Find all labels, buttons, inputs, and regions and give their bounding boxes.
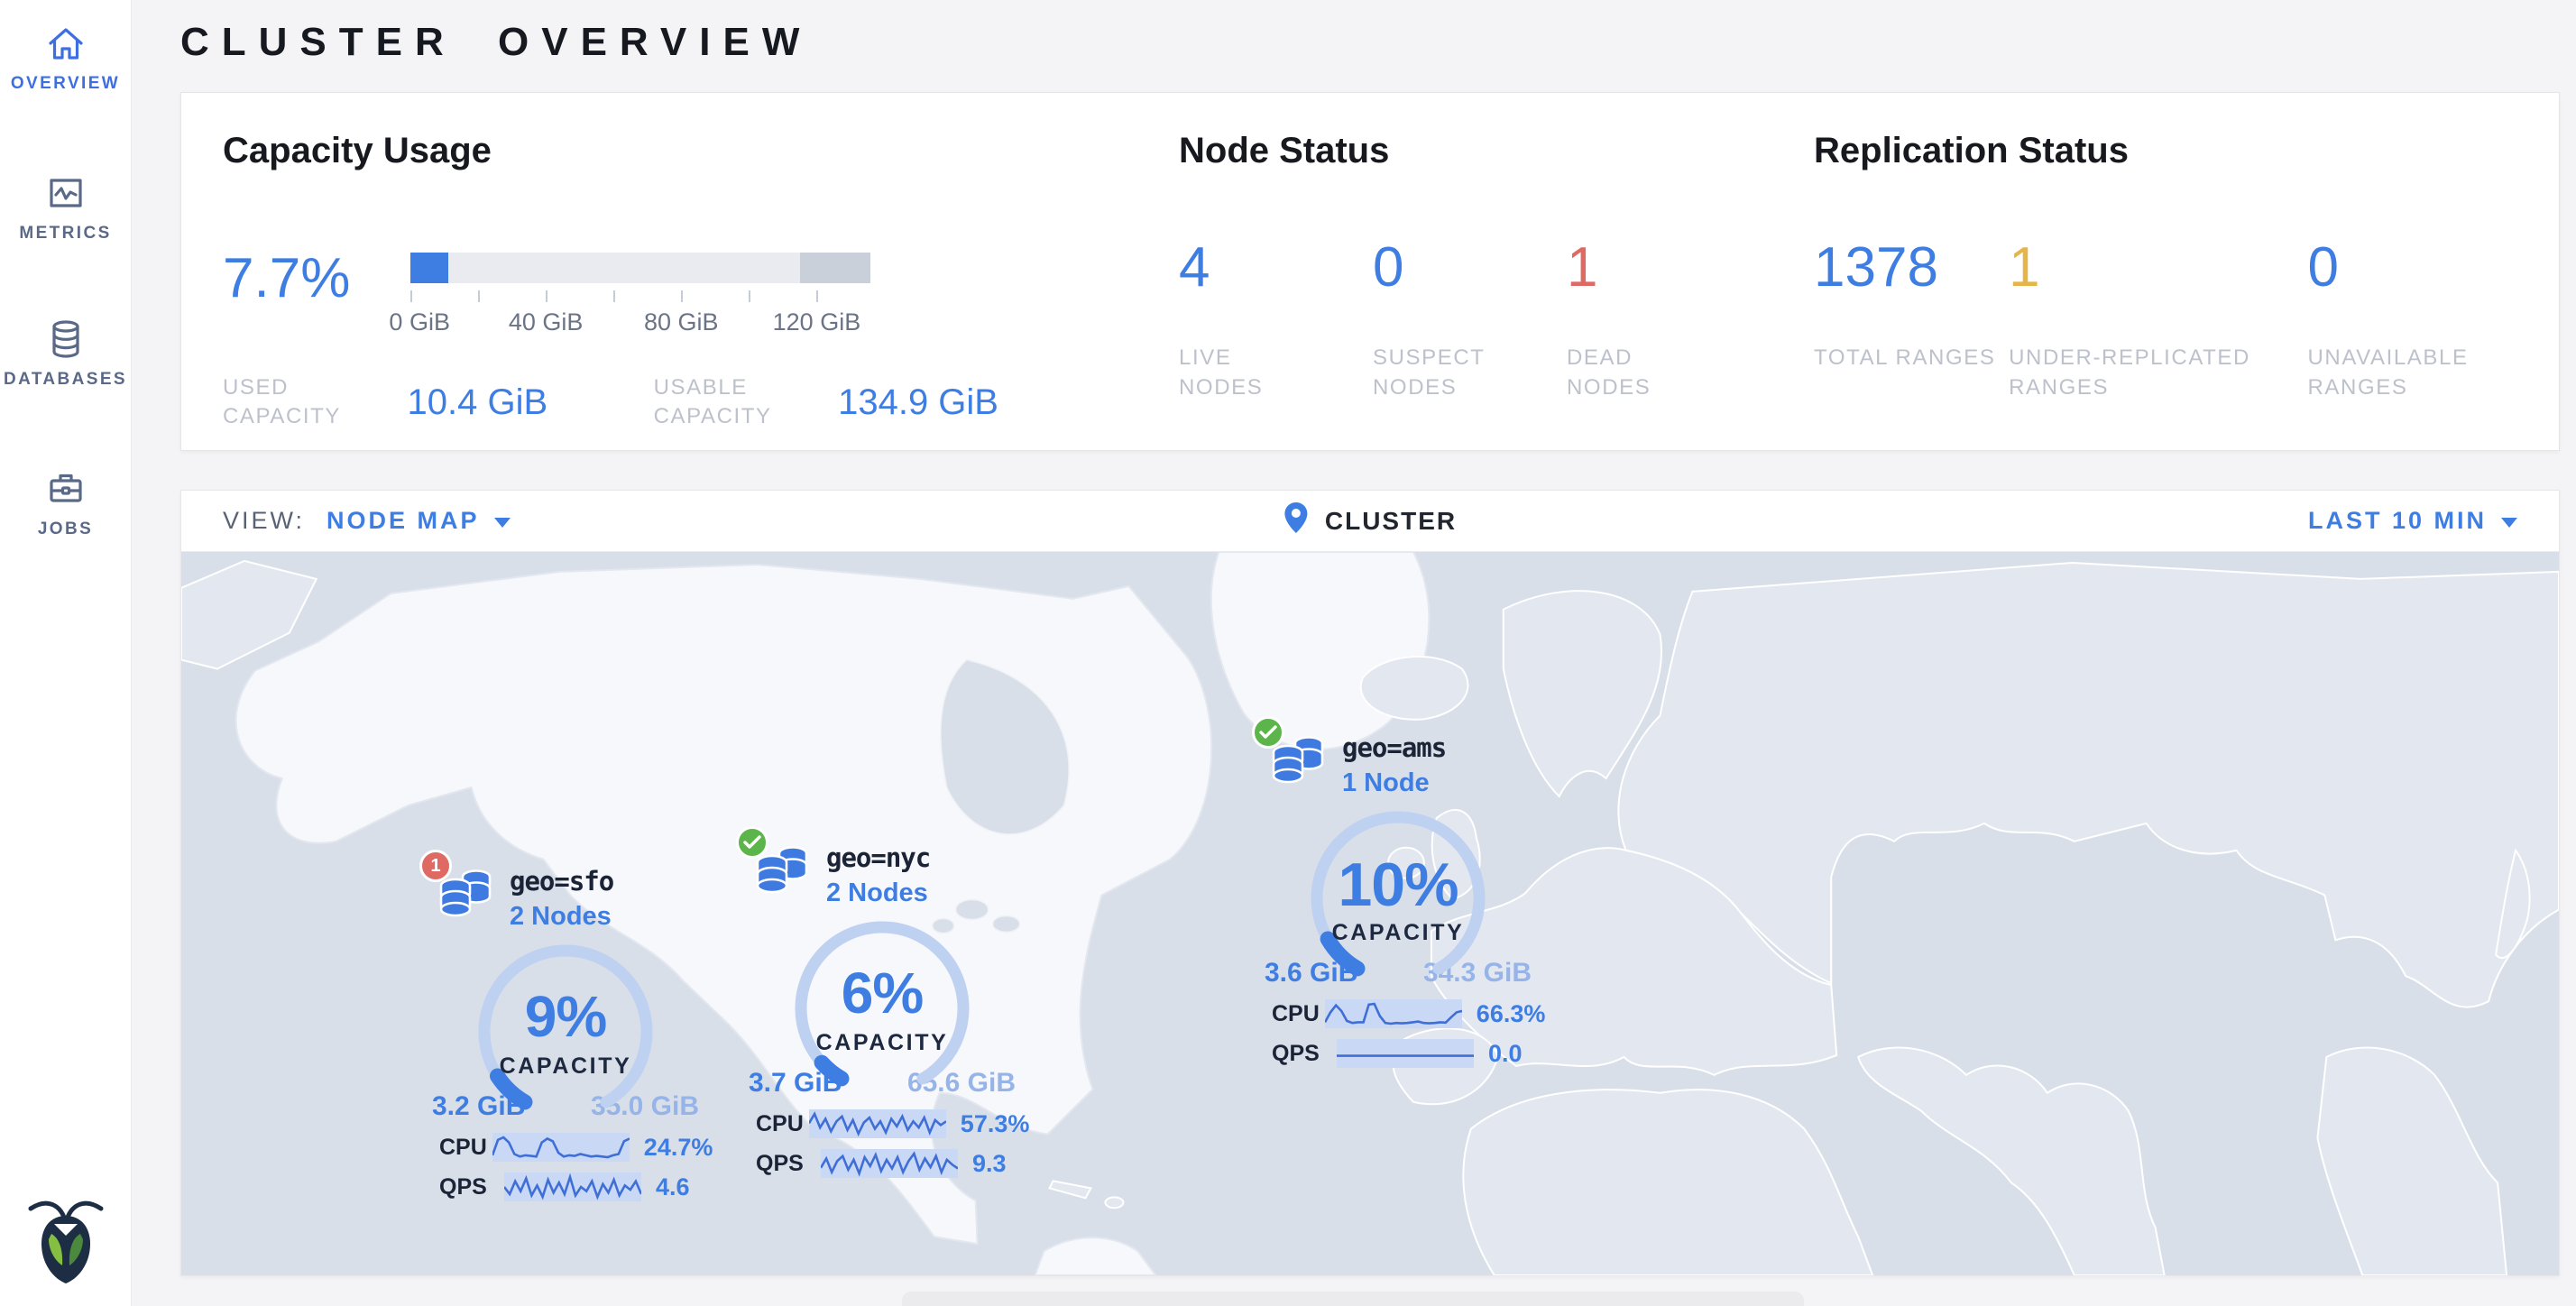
map-pin-icon <box>1283 501 1309 540</box>
capacity-bar-tick-labels: 0 GiB 40 GiB 80 GiB 120 GiB <box>410 308 870 337</box>
dead-node-badge: 1 <box>419 850 452 882</box>
below-fold-panel-edge <box>902 1292 1804 1306</box>
database-stack-icon <box>752 842 812 900</box>
qps-row: QPS 9.3 <box>756 1149 1017 1178</box>
capacity-bar-fill <box>410 253 448 283</box>
replication-status-title: Replication Status <box>1814 131 2559 171</box>
locality-name: geo=sfo <box>510 866 613 897</box>
view-toolbar: VIEW: NODE MAP CLUSTER LAST 10 MIN <box>181 491 2559 552</box>
node-status-title: Node Status <box>1179 131 1761 171</box>
node-status-section: Node Status 4 LIVE NODES 0 SUSPECT NODES… <box>1179 131 1761 402</box>
qps-row: QPS 0.0 <box>1272 1039 1533 1068</box>
locality-name: geo=ams <box>1342 732 1446 763</box>
capacity-bar-reserved <box>800 253 870 283</box>
qps-sparkline <box>1337 1039 1474 1068</box>
locality-marker-sfo[interactable]: 1 geo=sfo 2 Nodes <box>430 866 701 1201</box>
capacity-bar: 0 GiB 40 GiB 80 GiB 120 GiB <box>410 251 870 337</box>
used-capacity-value: 10.4 GiB <box>408 382 548 423</box>
sidebar-item-label: DATABASES <box>0 370 131 390</box>
cpu-row: CPU 24.7% <box>439 1133 701 1162</box>
cpu-row: CPU 57.3% <box>756 1109 1017 1138</box>
sidebar-item-jobs[interactable]: JOBS <box>0 467 131 539</box>
sidebar-item-label: METRICS <box>0 224 131 244</box>
sidebar-item-databases[interactable]: DATABASES <box>0 317 131 390</box>
locality-marker-ams[interactable]: geo=ams 1 Node 10% CAPACITY 3.6 GiB 34.3… <box>1263 732 1533 1068</box>
database-stack-icon <box>1268 732 1328 790</box>
locality-node-count: 2 Nodes <box>826 878 930 908</box>
healthy-badge <box>736 826 768 859</box>
database-icon <box>0 317 131 361</box>
metrics-chart-icon <box>0 173 131 215</box>
gauge-caption: CAPACITY <box>1299 920 1497 946</box>
gauge-percent: 10% <box>1299 850 1497 920</box>
sidebar-item-overview[interactable]: OVERVIEW <box>0 23 131 94</box>
world-map: 1 geo=sfo 2 Nodes <box>181 552 2559 1275</box>
locality-node-count: 1 Node <box>1342 768 1446 798</box>
suspect-nodes-stat: 0 SUSPECT NODES <box>1373 240 1567 402</box>
gauge-caption: CAPACITY <box>783 1030 981 1056</box>
briefcase-icon <box>0 467 131 510</box>
cpu-sparkline <box>492 1133 630 1162</box>
used-capacity-label: USED CAPACITY <box>223 373 368 431</box>
chevron-down-icon <box>494 518 511 528</box>
sidebar-item-metrics[interactable]: METRICS <box>0 173 131 244</box>
cpu-row: CPU 66.3% <box>1272 999 1533 1028</box>
replication-status-section: Replication Status 1378 TOTAL RANGES 1 U… <box>1814 131 2559 402</box>
capacity-usage-title: Capacity Usage <box>223 131 998 171</box>
chevron-down-icon <box>2501 518 2517 528</box>
unavailable-ranges-stat: 0 UNAVAILABLE RANGES <box>2307 240 2559 402</box>
healthy-badge <box>1252 716 1284 749</box>
locality-name: geo=nyc <box>826 842 930 873</box>
cpu-sparkline <box>809 1109 946 1138</box>
usable-capacity-label: USABLE CAPACITY <box>654 373 799 431</box>
qps-row: QPS 4.6 <box>439 1173 701 1201</box>
gauge-percent: 6% <box>783 960 981 1026</box>
view-label: VIEW: <box>223 507 305 535</box>
home-icon <box>0 23 131 65</box>
under-replicated-ranges-stat: 1 UNDER-REPLICATED RANGES <box>2009 240 2307 402</box>
database-stack-icon: 1 <box>436 866 495 924</box>
capacity-bar-ticks <box>410 290 870 303</box>
time-range-dropdown[interactable]: LAST 10 MIN <box>2308 507 2517 535</box>
locality-breadcrumb[interactable]: CLUSTER <box>1283 501 1457 540</box>
node-map-card: VIEW: NODE MAP CLUSTER LAST 10 MIN <box>180 490 2560 1276</box>
page-title: CLUSTER OVERVIEW <box>180 20 812 65</box>
sidebar-item-label: JOBS <box>0 520 131 539</box>
dead-nodes-stat: 1 DEAD NODES <box>1567 240 1761 402</box>
total-ranges-stat: 1378 TOTAL RANGES <box>1814 240 2009 402</box>
live-nodes-stat: 4 LIVE NODES <box>1179 240 1373 402</box>
sidebar: OVERVIEW METRICS DATABASES <box>0 0 132 1306</box>
sidebar-item-label: OVERVIEW <box>0 74 131 94</box>
capacity-usage-percent: 7.7% <box>223 251 410 307</box>
capacity-usage-section: Capacity Usage 7.7% 0 GiB 40 GiB 80 GiB … <box>223 131 998 431</box>
usable-capacity-value: 134.9 GiB <box>838 382 998 423</box>
gauge-percent: 9% <box>466 983 665 1050</box>
locality-marker-nyc[interactable]: geo=nyc 2 Nodes 6% CAPACITY 3.7 GiB 65.6… <box>747 842 1017 1178</box>
locality-node-count: 2 Nodes <box>510 902 613 932</box>
cpu-sparkline <box>1325 999 1462 1028</box>
qps-sparkline <box>821 1149 958 1178</box>
qps-sparkline <box>504 1173 641 1201</box>
cockroachdb-logo[interactable] <box>23 1196 108 1286</box>
cluster-summary-card: Capacity Usage 7.7% 0 GiB 40 GiB 80 GiB … <box>180 92 2560 451</box>
view-mode-dropdown[interactable]: NODE MAP <box>327 507 511 535</box>
gauge-caption: CAPACITY <box>466 1053 665 1080</box>
